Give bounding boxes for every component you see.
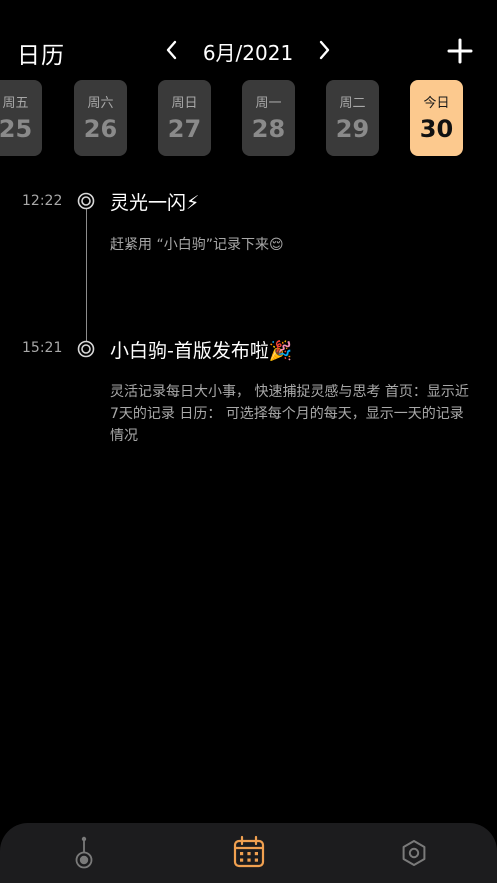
day-weekday: 周一 — [255, 96, 282, 111]
plus-icon — [447, 38, 473, 64]
entry-time: 12:22 — [22, 193, 63, 209]
day-weekday: 周六 — [87, 96, 114, 111]
day-card-25[interactable]: 周五 25 — [0, 80, 42, 156]
month-label: 6月/2021 — [202, 41, 294, 65]
day-weekday: 周日 — [171, 96, 198, 111]
day-card-today[interactable]: 今日 30 — [410, 80, 463, 156]
day-number: 29 — [335, 115, 370, 143]
chevron-left-icon — [166, 40, 177, 60]
next-month-button[interactable] — [312, 38, 336, 62]
timeline-connector — [86, 208, 87, 342]
month-navigator: 6月/2021 — [160, 34, 336, 66]
day-card-28[interactable]: 周一 28 — [242, 80, 295, 156]
entry-title: 灵光一闪⚡ — [110, 192, 200, 214]
calendar-icon — [233, 835, 265, 868]
timeline-node-icon — [75, 836, 93, 869]
hexagon-settings-icon — [402, 840, 426, 866]
entry-body: 赶紧用 “小白驹”记录下来😌 — [110, 237, 284, 253]
day-weekday: 今日 — [423, 96, 450, 111]
add-entry-button[interactable] — [447, 38, 473, 64]
day-number: 30 — [419, 115, 454, 143]
day-weekday: 周二 — [339, 96, 366, 111]
tab-settings[interactable] — [394, 833, 434, 873]
day-number: 28 — [251, 115, 286, 143]
timeline-node-icon — [77, 192, 95, 210]
day-card-26[interactable]: 周六 26 — [74, 80, 127, 156]
page-title: 日历 — [17, 43, 65, 69]
tab-timeline[interactable] — [64, 833, 104, 873]
day-number: 27 — [167, 115, 202, 143]
entry-title: 小白驹-首版发布啦🎉 — [110, 340, 293, 362]
day-card-29[interactable]: 周二 29 — [326, 80, 379, 156]
tab-calendar[interactable] — [229, 833, 269, 873]
bottom-tab-bar — [0, 823, 497, 883]
day-number: 25 — [0, 115, 33, 143]
chevron-right-icon — [319, 40, 330, 60]
date-strip: 周五 25 周六 26 周日 27 周一 28 周二 29 今日 30 — [0, 80, 497, 156]
day-card-27[interactable]: 周日 27 — [158, 80, 211, 156]
day-number: 26 — [83, 115, 118, 143]
prev-month-button[interactable] — [160, 38, 184, 62]
day-weekday: 周五 — [2, 96, 29, 111]
entry-body: 灵活记录每日大小事， 快速捕捉灵感与思考 首页：显示近7天的记录 日历： 可选择… — [110, 384, 469, 444]
entry-time: 15:21 — [22, 340, 63, 356]
timeline-node-icon — [77, 340, 95, 358]
